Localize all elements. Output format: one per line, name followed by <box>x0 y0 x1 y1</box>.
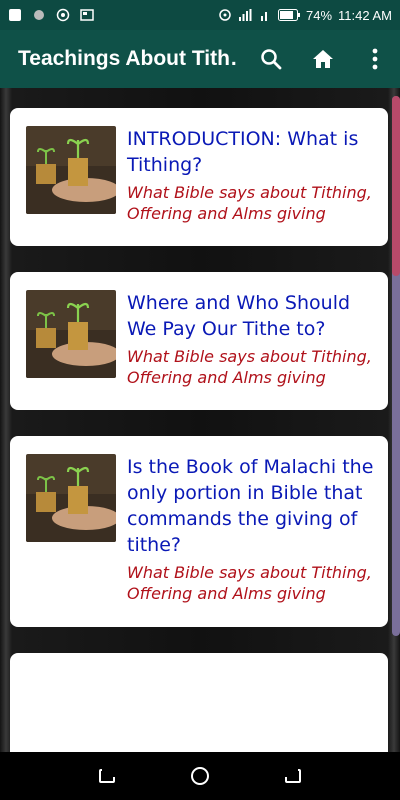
list-item[interactable] <box>10 653 388 752</box>
app-title: Teachings About Tith… <box>18 47 236 70</box>
search-icon <box>261 49 282 70</box>
home-nav-button[interactable] <box>188 764 212 788</box>
home-icon <box>313 50 333 68</box>
list-item-subtitle: What Bible says about Tithing, Offering … <box>127 563 372 603</box>
back-icon <box>285 769 302 783</box>
thumbnail-image <box>26 126 116 214</box>
recents-icon <box>98 769 115 783</box>
home-button[interactable] <box>308 44 338 74</box>
topic-list[interactable]: INTRODUCTION: What is Tithing? What Bibl… <box>0 88 400 752</box>
thumbnail-image <box>26 454 116 542</box>
signal-2-icon <box>261 12 267 21</box>
list-item[interactable]: Is the Book of Malachi the only portion … <box>10 436 388 627</box>
list-item-title: Where and Who Should We Pay Our Tithe to… <box>127 292 351 340</box>
overflow-menu-icon <box>372 48 378 70</box>
record-icon <box>56 8 70 22</box>
list-item-title: Is the Book of Malachi the only portion … <box>127 456 374 556</box>
hotspot-icon <box>219 9 231 21</box>
system-nav-bar <box>0 752 400 800</box>
back-button[interactable] <box>281 764 305 788</box>
clock: 11:42 AM <box>338 7 392 23</box>
app-bar: Teachings About Tith… <box>0 30 400 88</box>
signal-icon <box>239 9 252 21</box>
news-icon <box>80 9 94 21</box>
list-item-title: INTRODUCTION: What is Tithing? <box>127 128 359 176</box>
battery-icon <box>278 9 300 21</box>
scrollbar-thumb[interactable] <box>392 96 400 276</box>
list-item[interactable]: INTRODUCTION: What is Tithing? What Bibl… <box>10 108 388 246</box>
system-icons: 74% 11:42 AM <box>218 8 392 23</box>
list-item-subtitle: What Bible says about Tithing, Offering … <box>127 183 372 223</box>
battery-percent: 74% <box>306 7 333 23</box>
status-bar: 74% 11:42 AM <box>0 0 400 30</box>
thumbnail-image <box>26 290 116 378</box>
overflow-menu-button[interactable] <box>360 44 390 74</box>
list-item-text: Where and Who Should We Pay Our Tithe to… <box>127 290 378 400</box>
home-circle-icon <box>190 767 209 785</box>
notification-icons <box>8 8 94 22</box>
list-item-subtitle: What Bible says about Tithing, Offering … <box>127 347 372 387</box>
list-item[interactable]: Where and Who Should We Pay Our Tithe to… <box>10 272 388 410</box>
list-item-text: Is the Book of Malachi the only portion … <box>127 454 378 617</box>
dot-icon <box>34 10 44 20</box>
app-actions <box>256 30 390 88</box>
recents-button[interactable] <box>95 764 119 788</box>
search-button[interactable] <box>256 44 286 74</box>
gallery-icon <box>9 9 21 21</box>
list-item-text: INTRODUCTION: What is Tithing? What Bibl… <box>127 126 378 236</box>
